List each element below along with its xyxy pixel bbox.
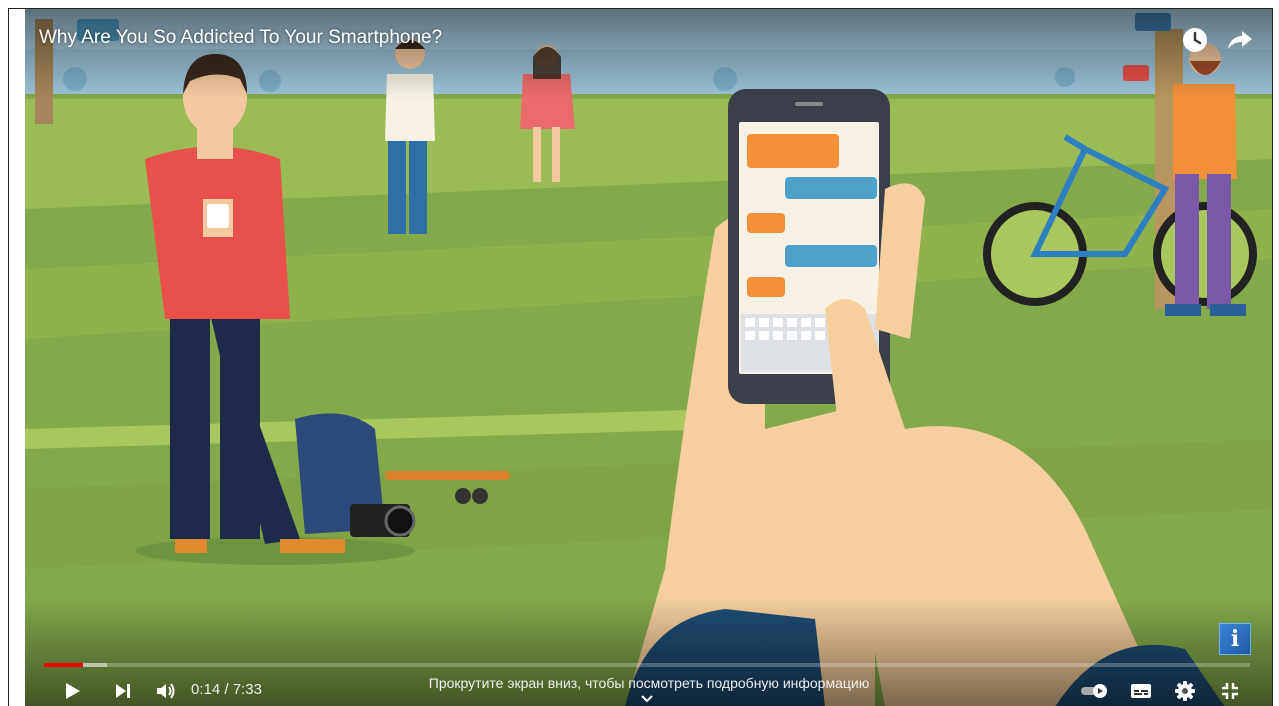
exit-fullscreen-button[interactable] <box>1216 677 1244 705</box>
gear-icon <box>1175 681 1195 701</box>
top-gradient <box>25 9 1272 99</box>
subtitles-button[interactable] <box>1127 677 1155 705</box>
info-card-icon[interactable]: i <box>1219 623 1251 655</box>
video-player[interactable]: Why Are You So Addicted To Your Smartpho… <box>25 9 1272 706</box>
chevron-down-icon[interactable] <box>639 693 655 705</box>
share-arrow-icon[interactable] <box>1225 25 1255 55</box>
settings-button[interactable] <box>1171 677 1199 705</box>
autoplay-toggle[interactable] <box>1077 677 1113 705</box>
info-card-label: i <box>1230 626 1240 652</box>
autoplay-toggle-icon <box>1081 684 1107 698</box>
subtitles-icon <box>1131 684 1151 698</box>
browser-frame: Why Are You So Addicted To Your Smartpho… <box>8 8 1273 706</box>
clock-icon[interactable] <box>1180 25 1210 55</box>
exit-fullscreen-icon <box>1222 683 1238 699</box>
video-title[interactable]: Why Are You So Addicted To Your Smartpho… <box>39 27 442 49</box>
progress-bar[interactable] <box>44 663 1250 667</box>
progress-played <box>44 663 83 667</box>
